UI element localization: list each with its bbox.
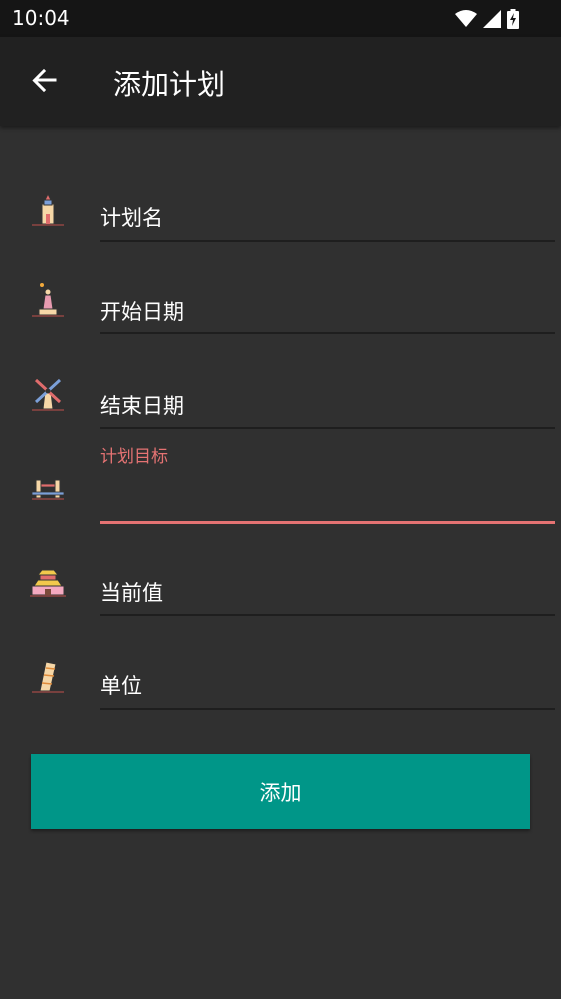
current-value-underline [100,614,555,616]
tower-icon [32,192,64,226]
unit-underline [100,708,555,710]
status-time: 10:04 [12,6,70,30]
start-date-field[interactable]: 开始日期 [0,274,561,338]
plan-name-underline [100,240,555,242]
plan-name-field[interactable]: 计划名 [0,180,561,244]
end-date-underline [100,427,555,429]
signal-icon [483,10,501,28]
battery-icon [507,9,519,29]
page-title: 添加计划 [113,68,226,101]
current-value-field[interactable]: 当前值 [0,556,561,620]
leaning-tower-icon [32,661,64,693]
statue-icon [32,283,64,317]
add-button[interactable]: 添加 [31,754,530,829]
plan-target-label: 计划目标 [100,447,168,467]
palace-icon [30,569,66,597]
back-arrow-icon[interactable] [26,63,62,99]
unit-field[interactable]: 单位 [0,650,561,714]
end-date-field[interactable]: 结束日期 [0,366,561,430]
status-bar: 10:04 [0,0,561,37]
bridge-icon [31,479,65,500]
plan-name-input[interactable]: 计划名 [100,202,163,232]
end-date-input[interactable]: 结束日期 [100,390,184,420]
start-date-underline [100,332,555,334]
current-value-input[interactable]: 当前值 [100,577,163,607]
plan-target-underline [100,521,555,524]
unit-input[interactable]: 单位 [100,670,142,700]
windmill-icon [32,378,64,411]
start-date-input[interactable]: 开始日期 [100,296,184,326]
wifi-icon [455,10,477,27]
app-bar: 添加计划 [0,37,561,126]
plan-target-field[interactable]: 计划目标 [0,436,561,528]
status-icons [455,7,519,31]
